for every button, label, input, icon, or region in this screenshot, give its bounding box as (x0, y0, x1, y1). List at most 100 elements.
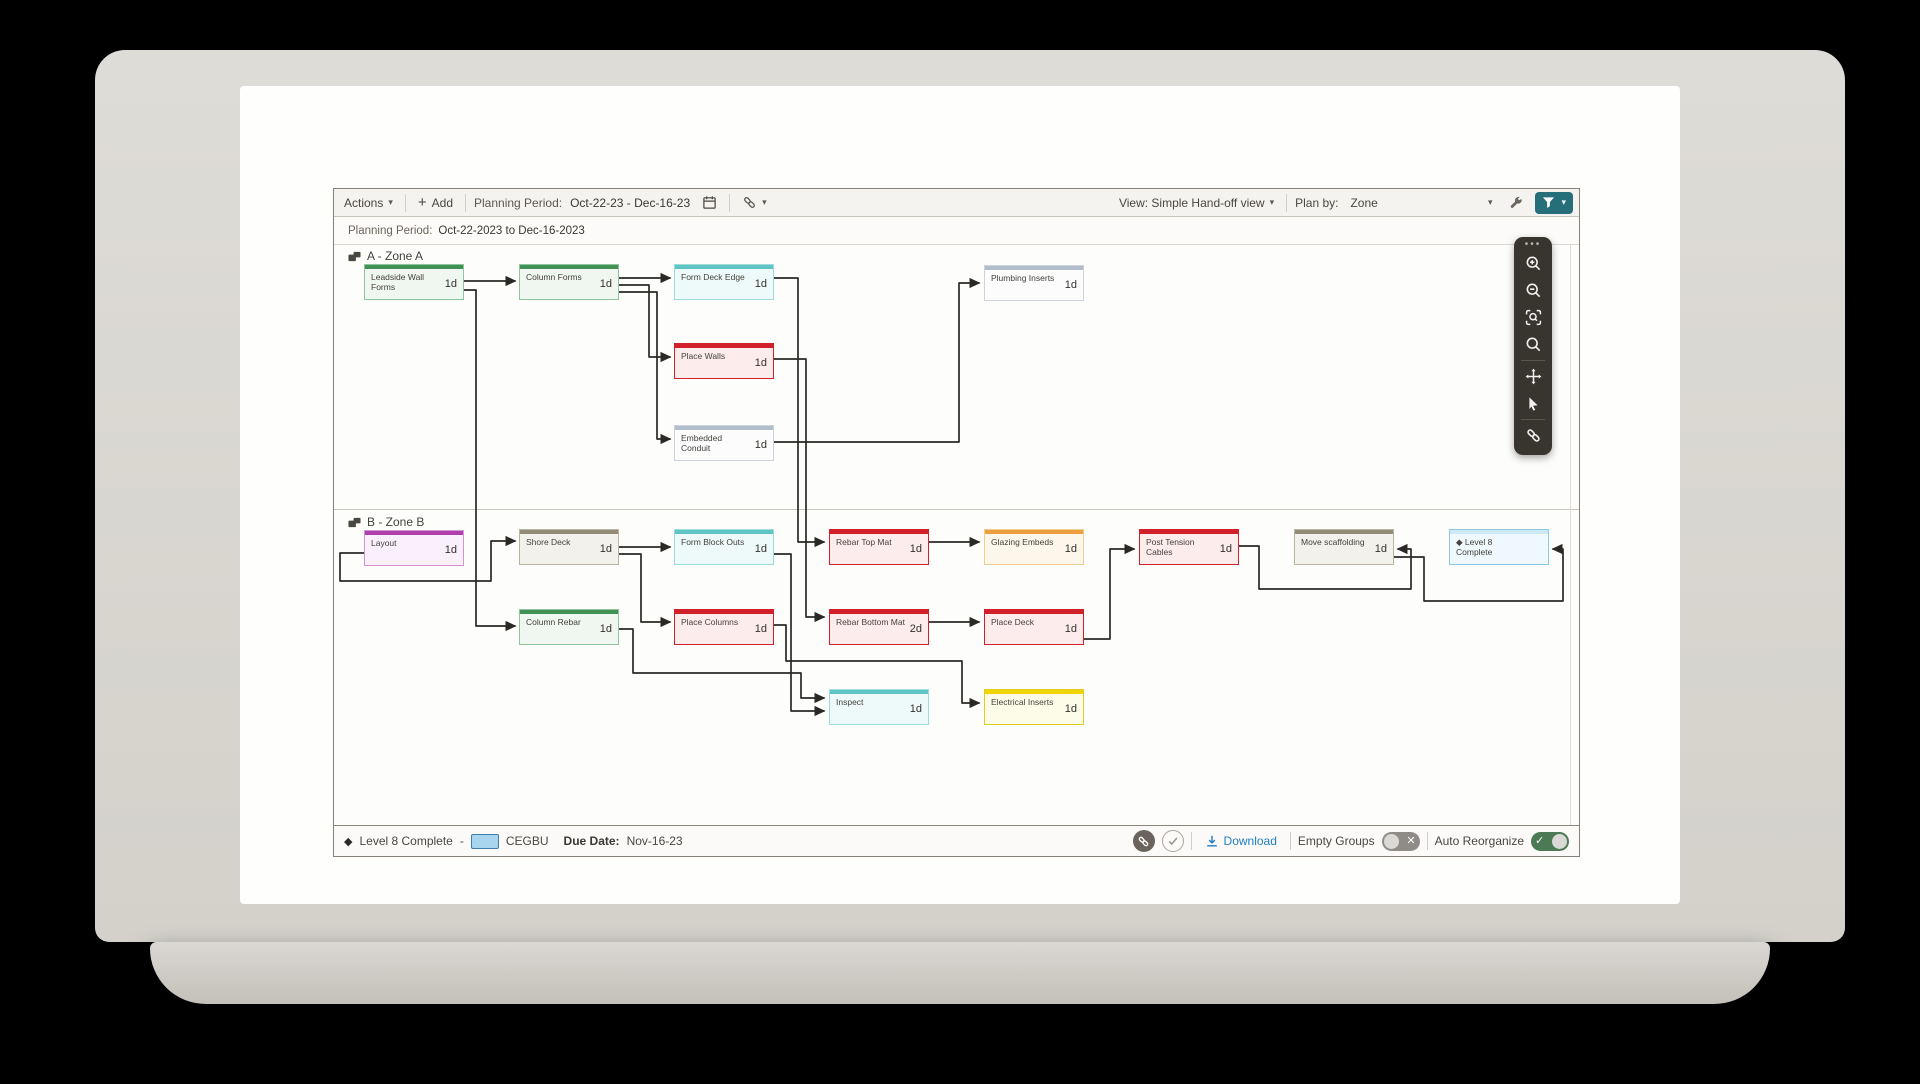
footer-divider (1191, 832, 1192, 850)
planning-period-subheader: Planning Period: Oct-22-2023 to Dec-16-2… (334, 217, 1579, 245)
zoom-to-fit-icon (1525, 309, 1542, 326)
toggle-knob (1384, 834, 1399, 849)
task-label: Leadside Wall Forms (371, 272, 441, 292)
task-column-rebar[interactable]: Column Rebar1d (519, 609, 619, 645)
link-icon (1137, 835, 1150, 848)
company-color-swatch (471, 834, 499, 849)
task-embedded-conduit[interactable]: Embedded Conduit 1d (674, 425, 774, 461)
task-color-bar (520, 530, 618, 534)
task-form-deck-edge[interactable]: Form Deck Edge1d (674, 264, 774, 300)
task-move-scaffolding[interactable]: Move scaffolding1d (1294, 529, 1394, 565)
task-color-bar (365, 531, 463, 535)
task-color-bar (1140, 530, 1238, 534)
top-toolbar: Actions ▾ + Add Planning Period: Oct-22-… (334, 189, 1579, 217)
zoom-in-button[interactable] (1518, 250, 1548, 277)
task-label: Rebar Bottom Mat (836, 617, 906, 627)
zone-b-header: B - Zone B (348, 515, 424, 529)
task-color-bar (830, 530, 928, 534)
task-label: Post Tension Cables (1146, 537, 1216, 557)
chevron-down-icon: ▾ (1270, 197, 1275, 208)
actions-menu-button[interactable]: Actions ▾ (340, 194, 397, 212)
task-duration: 1d (1065, 703, 1077, 715)
task-electrical-inserts[interactable]: Electrical Inserts 1d (984, 689, 1084, 725)
link-icon (742, 195, 757, 210)
task-duration: 1d (755, 543, 767, 555)
task-layout[interactable]: Layout1d (364, 530, 464, 566)
task-post-tension-cables[interactable]: Post Tension Cables1d (1139, 529, 1239, 565)
diagram-tools: ••• (1514, 237, 1552, 455)
zoom-to-fit-button[interactable] (1518, 304, 1548, 331)
toolbar-divider (1286, 194, 1287, 212)
task-label: Glazing Embeds (991, 537, 1061, 547)
link-tool-button[interactable] (1518, 422, 1548, 449)
pan-button[interactable] (1518, 363, 1548, 390)
chevron-down-icon: ▾ (1488, 197, 1493, 208)
zoom-out-button[interactable] (1518, 277, 1548, 304)
footer-company: CEGBU (506, 834, 549, 848)
task-rebar-top-mat[interactable]: Rebar Top Mat1d (829, 529, 929, 565)
task-leadside-wall-forms[interactable]: Leadside Wall Forms 1d (364, 264, 464, 300)
task-label: Shore Deck (526, 537, 596, 547)
task-duration: 1d (1065, 623, 1077, 635)
settings-wrench-button[interactable] (1504, 193, 1527, 212)
chevron-down-icon: ▾ (762, 197, 767, 208)
task-form-block-outs[interactable]: Form Block Outs1d (674, 529, 774, 565)
task-place-columns[interactable]: Place Columns 1d (674, 609, 774, 645)
check-status-button[interactable] (1162, 830, 1184, 852)
task-duration: 1d (600, 278, 612, 290)
wrench-icon (1508, 195, 1523, 210)
pan-icon (1525, 368, 1542, 385)
link-status-button[interactable] (1133, 830, 1155, 852)
check-icon (1167, 835, 1179, 847)
task-place-deck[interactable]: Place Deck1d (984, 609, 1084, 645)
page: Actions ▾ + Add Planning Period: Oct-22-… (0, 0, 1920, 1084)
task-duration: 1d (1065, 543, 1077, 555)
due-date-label: Due Date: (564, 834, 620, 848)
footer-divider (1290, 832, 1291, 850)
task-duration: 2d (910, 623, 922, 635)
task-label: Electrical Inserts (991, 697, 1061, 707)
view-selector[interactable]: View: Simple Hand-off view ▾ (1115, 194, 1278, 212)
task-duration: 1d (755, 439, 767, 451)
task-duration: 1d (445, 278, 457, 290)
task-color-bar (675, 344, 773, 348)
add-button[interactable]: + Add (414, 194, 457, 212)
task-color-bar (985, 610, 1083, 614)
task-label: Place Columns (681, 617, 751, 627)
task-place-walls[interactable]: Place Walls1d (674, 343, 774, 379)
task-color-bar (830, 610, 928, 614)
task-glazing-embeds[interactable]: Glazing Embeds 1d (984, 529, 1084, 565)
plan-by-selector[interactable]: Zone ▾ (1346, 194, 1496, 212)
filter-funnel-icon (1542, 196, 1555, 209)
task-level-8-complete[interactable]: ◆ Level 8 Complete (1449, 529, 1549, 565)
task-label: ◆ Level 8 Complete (1456, 537, 1526, 557)
footer-separator: - (460, 834, 464, 848)
task-color-bar (985, 530, 1083, 534)
filter-button[interactable]: ▾ (1535, 192, 1573, 214)
subheader-label: Planning Period: (348, 225, 432, 237)
task-inspect[interactable]: Inspect1d (829, 689, 929, 725)
select-pointer-button[interactable] (1518, 390, 1548, 417)
auto-reorganize-toggle[interactable]: ✓ (1531, 832, 1569, 851)
task-column-forms[interactable]: Column Forms1d (519, 264, 619, 300)
task-plumbing-inserts[interactable]: Plumbing Inserts1d (984, 265, 1084, 301)
search-button[interactable] (1518, 331, 1548, 358)
footer-milestone-name: Level 8 Complete (359, 834, 452, 848)
task-color-bar (830, 690, 928, 694)
zoom-in-icon (1525, 255, 1542, 272)
task-label: Column Rebar (526, 617, 596, 627)
plan-by-label: Plan by: (1295, 196, 1338, 210)
task-label: Embedded Conduit (681, 433, 751, 453)
chevron-down-icon: ▾ (388, 197, 393, 208)
plus-icon: + (418, 198, 427, 208)
download-button[interactable]: Download (1199, 833, 1283, 849)
planning-period-label: Planning Period: (474, 196, 562, 210)
toolbar-drag-handle[interactable]: ••• (1525, 240, 1542, 250)
empty-groups-toggle[interactable]: ✕ (1382, 832, 1420, 851)
calendar-icon-button[interactable] (698, 193, 721, 212)
task-rebar-bottom-mat[interactable]: Rebar Bottom Mat 2d (829, 609, 929, 645)
link-menu-button[interactable]: ▾ (738, 193, 771, 212)
scrollbar-track[interactable] (1570, 245, 1571, 825)
task-duration: 1d (755, 623, 767, 635)
task-shore-deck[interactable]: Shore Deck1d (519, 529, 619, 565)
